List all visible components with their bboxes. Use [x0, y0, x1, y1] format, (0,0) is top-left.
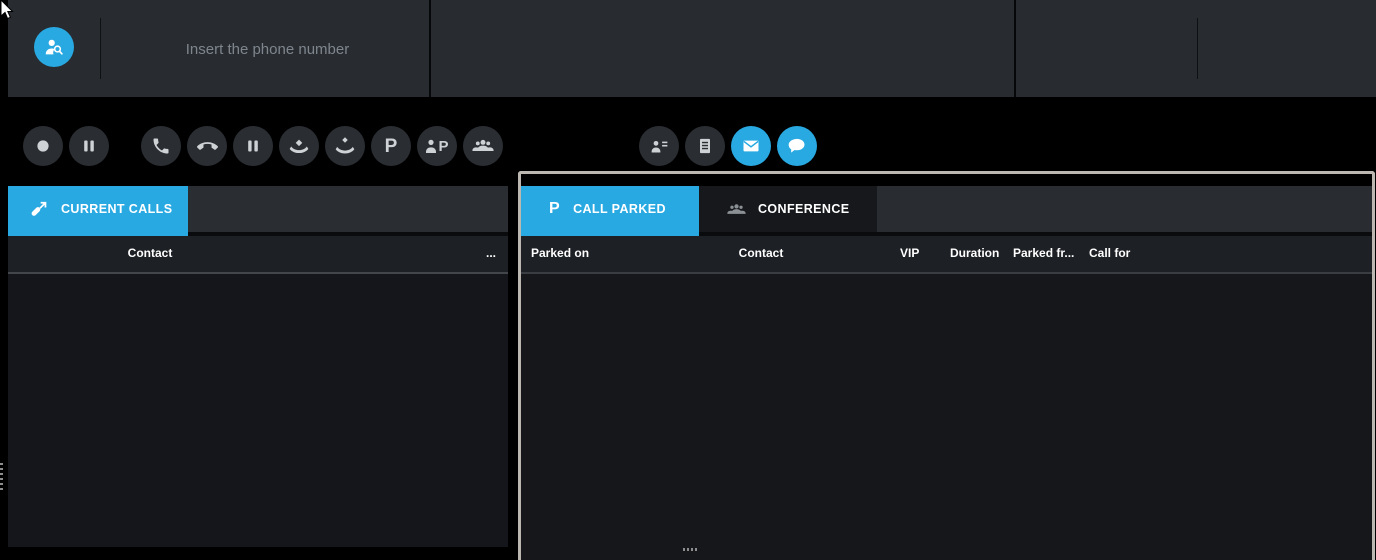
park-call-button[interactable]: P	[371, 126, 411, 166]
email-icon	[741, 136, 761, 156]
tab-conference-label: CONFERENCE	[758, 202, 850, 216]
transfer-call-button[interactable]	[325, 126, 365, 166]
left-splitter-handle[interactable]	[0, 463, 3, 493]
parked-calls-grid-header: Parked on Contact VIP Duration Parked fr…	[521, 236, 1372, 274]
top-bar-divider	[429, 0, 431, 97]
park-icon: P	[549, 201, 560, 217]
grid-header-more-button[interactable]: ...	[486, 246, 496, 260]
phone-number-input[interactable]	[102, 0, 433, 99]
pause-icon	[81, 138, 97, 154]
top-bar-divider	[1197, 18, 1198, 79]
parked-calls-tabbar: P CALL PARKED CONFERENCE	[521, 186, 1372, 232]
email-button[interactable]	[731, 126, 771, 166]
park-contact-icon: P	[425, 138, 448, 154]
bottom-splitter-handle[interactable]	[683, 548, 699, 551]
window-top-strip	[521, 174, 1372, 186]
pickup-call-button[interactable]	[279, 126, 319, 166]
park-to-contact-button[interactable]: P	[417, 126, 457, 166]
current-calls-grid-header: Contact ...	[8, 236, 508, 274]
transfer-call-icon	[334, 135, 356, 157]
column-header-call-for[interactable]: Call for	[1089, 246, 1130, 260]
parked-calls-grid-body[interactable]	[521, 274, 1372, 560]
pause-icon	[245, 138, 261, 154]
notes-icon	[695, 136, 715, 156]
top-bar-divider	[1014, 0, 1016, 97]
notes-button[interactable]	[685, 126, 725, 166]
column-header-contact[interactable]: Contact	[711, 246, 811, 260]
tab-call-parked[interactable]: P CALL PARKED	[521, 186, 699, 232]
tab-current-calls[interactable]: CURRENT CALLS	[8, 186, 188, 232]
active-call-icon	[30, 200, 49, 219]
attendant-console-app: { "top_bar": { "contact_search_button": …	[0, 0, 1376, 560]
column-header-contact[interactable]: Contact	[100, 246, 200, 260]
parked-calls-window: P CALL PARKED CONFERENCE Parked on Conta…	[518, 171, 1375, 560]
tab-call-parked-label: CALL PARKED	[573, 202, 666, 216]
record-icon	[33, 136, 53, 156]
record-button[interactable]	[23, 126, 63, 166]
current-calls-tabbar: CURRENT CALLS	[8, 186, 508, 232]
hangup-call-icon	[197, 136, 218, 157]
hold-button[interactable]	[69, 126, 109, 166]
contact-details-icon	[649, 136, 670, 157]
conference-icon	[727, 200, 746, 219]
pickup-call-icon	[288, 135, 310, 157]
answer-call-button[interactable]	[141, 126, 181, 166]
top-bar	[8, 0, 1376, 97]
top-bar-divider	[100, 18, 101, 79]
pause-call-button[interactable]	[233, 126, 273, 166]
conference-icon	[472, 135, 494, 157]
current-calls-grid-body[interactable]	[8, 274, 508, 547]
tab-current-calls-label: CURRENT CALLS	[61, 202, 172, 216]
current-calls-panel: CURRENT CALLS Contact ...	[8, 186, 508, 547]
hangup-call-button[interactable]	[187, 126, 227, 166]
tab-conference[interactable]: CONFERENCE	[699, 186, 877, 232]
contact-search-icon	[43, 36, 65, 58]
answer-call-icon	[151, 136, 171, 156]
chat-button[interactable]	[777, 126, 817, 166]
column-header-vip[interactable]: VIP	[900, 246, 919, 260]
column-header-duration[interactable]: Duration	[950, 246, 999, 260]
contact-search-button[interactable]	[34, 27, 74, 67]
column-header-parked-on[interactable]: Parked on	[531, 246, 589, 260]
column-header-parked-from[interactable]: Parked fr...	[1013, 246, 1074, 260]
chat-icon	[787, 136, 807, 156]
conference-button[interactable]	[463, 126, 503, 166]
park-icon: P	[385, 137, 398, 156]
contact-details-button[interactable]	[639, 126, 679, 166]
